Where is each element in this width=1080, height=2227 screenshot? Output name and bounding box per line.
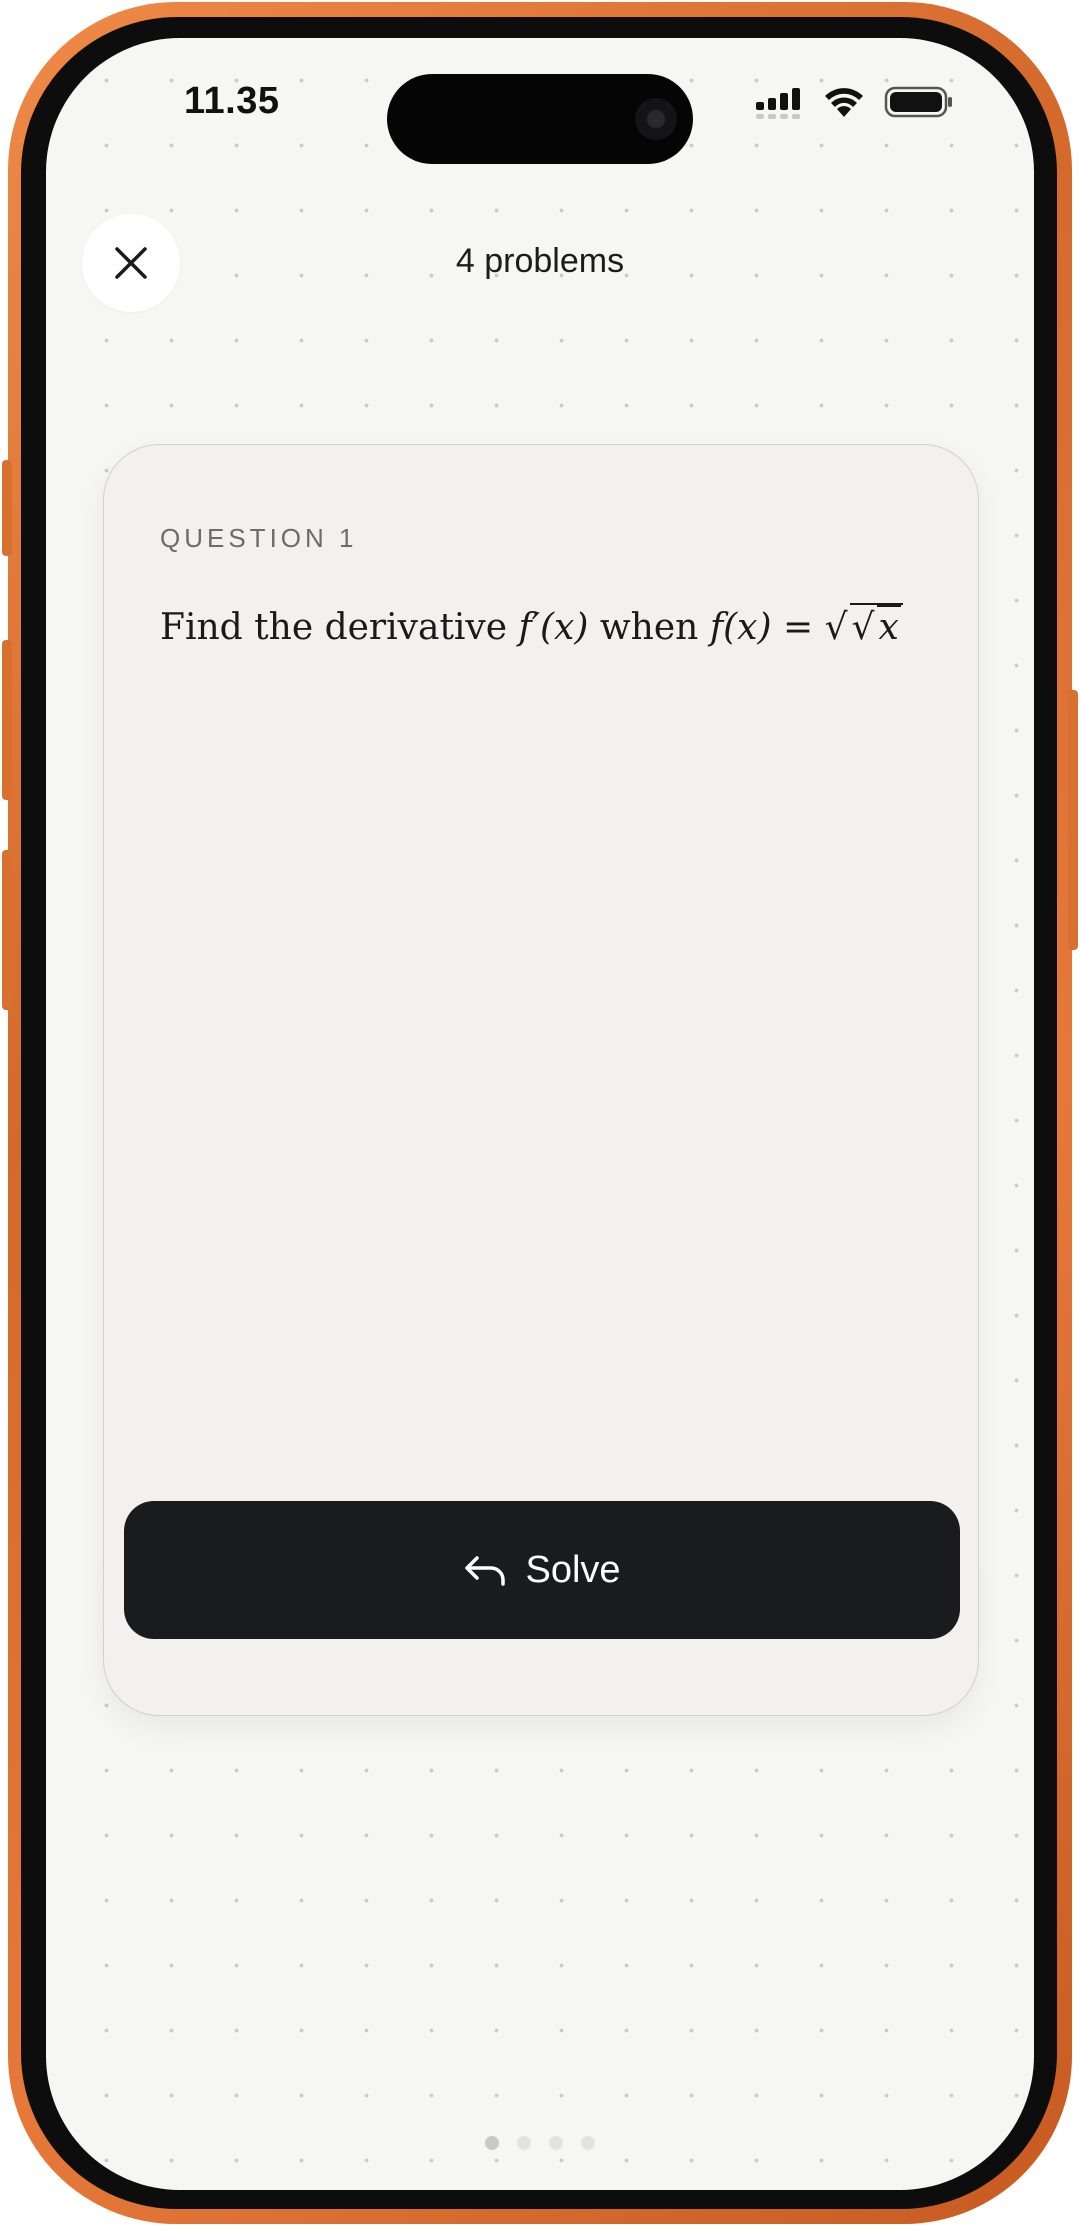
battery-icon xyxy=(884,85,954,124)
signal-icon xyxy=(754,84,804,125)
action-button xyxy=(2,460,12,556)
wifi-icon xyxy=(822,85,866,124)
dynamic-island xyxy=(387,74,693,164)
question-card: QUESTION 1 Find the derivative f′(x) whe… xyxy=(103,444,979,1716)
app-screen: 11.35 4 problems QUESTION 1 Find the der… xyxy=(46,38,1034,2190)
solve-label: Solve xyxy=(525,1548,621,1591)
question-derivative: f′(x) xyxy=(518,607,589,648)
question-prefix: Find the derivative xyxy=(160,607,508,648)
power-button xyxy=(1068,690,1078,950)
page-dot[interactable] xyxy=(485,2136,499,2150)
question-when: when xyxy=(599,607,699,648)
question-function: f(x) = xyxy=(709,607,814,648)
page-dot[interactable] xyxy=(581,2136,595,2150)
header-title: 4 problems xyxy=(455,242,625,280)
question-radicand: x xyxy=(876,605,901,648)
volume-up-button xyxy=(2,640,12,800)
page-indicator[interactable] xyxy=(46,2136,1034,2150)
page-dot[interactable] xyxy=(517,2136,531,2150)
status-time: 11.35 xyxy=(184,80,280,122)
question-text: Find the derivative f′(x) when f(x) = √ √… xyxy=(160,603,903,648)
camera-icon xyxy=(635,98,677,140)
question-label: QUESTION 1 xyxy=(160,523,358,553)
reply-arrow-icon xyxy=(465,1556,506,1586)
volume-down-button xyxy=(2,850,12,1010)
status-icons xyxy=(754,84,954,124)
page-dot[interactable] xyxy=(549,2136,563,2150)
outer-sqrt: √ √ x xyxy=(825,603,903,648)
solve-button[interactable]: Solve xyxy=(124,1501,960,1639)
